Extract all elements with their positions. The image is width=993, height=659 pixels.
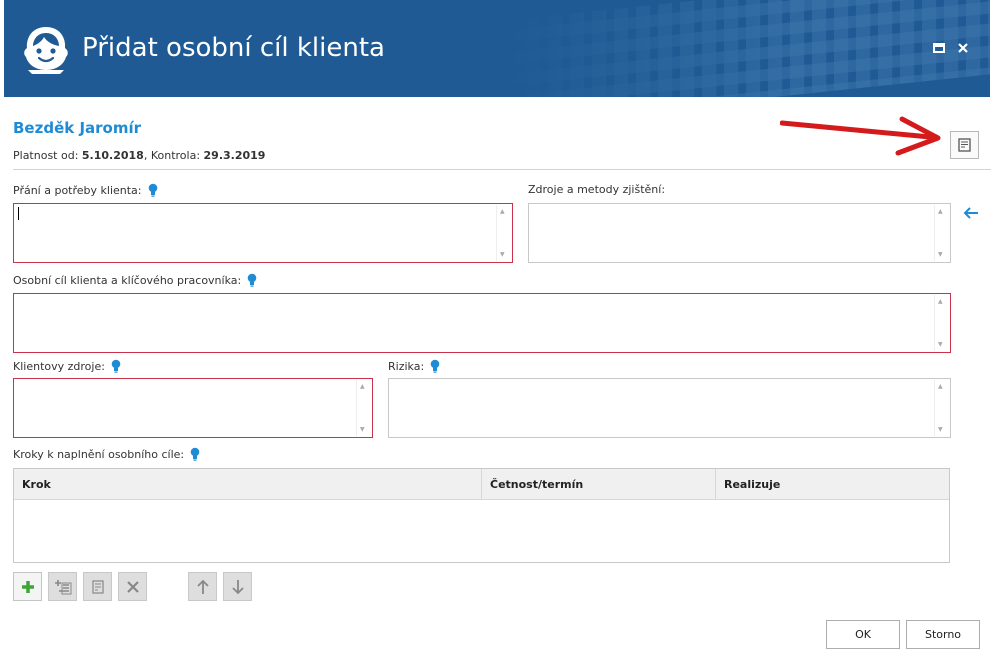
notes-button[interactable] bbox=[950, 131, 979, 159]
sources-label-text: Zdroje a metody zjištění: bbox=[528, 183, 666, 196]
hint-bulb-icon[interactable] bbox=[190, 447, 200, 461]
add-icon bbox=[21, 580, 34, 593]
close-icon[interactable] bbox=[956, 41, 970, 55]
column-header-realizes[interactable]: Realizuje bbox=[716, 469, 949, 499]
client-resources-label-text: Klientovy zdroje: bbox=[13, 359, 105, 373]
move-up-icon bbox=[196, 579, 209, 594]
wishes-label-text: Přání a potřeby klienta: bbox=[13, 183, 142, 197]
cancel-button[interactable]: Storno bbox=[906, 620, 980, 649]
client-name: Bezděk Jaromír bbox=[13, 119, 142, 137]
wishes-label: Přání a potřeby klienta: bbox=[13, 183, 158, 197]
maximize-icon[interactable] bbox=[932, 41, 946, 55]
validity-check: 29.3.2019 bbox=[203, 149, 266, 162]
notes-icon bbox=[958, 138, 971, 152]
goal-label-text: Osobní cíl klienta a klíčového pracovník… bbox=[13, 273, 242, 287]
move-down-icon bbox=[231, 579, 244, 594]
validity-from: 5.10.2018 bbox=[81, 149, 144, 162]
steps-table[interactable]: Krok Četnost/termín Realizuje bbox=[13, 468, 950, 563]
sources-textarea[interactable] bbox=[528, 203, 951, 263]
wishes-textarea[interactable] bbox=[13, 203, 513, 263]
move-up-button[interactable] bbox=[188, 572, 217, 601]
risks-label: Rizika: bbox=[388, 359, 440, 373]
annotation-arrow bbox=[780, 116, 941, 156]
arrow-left-icon[interactable] bbox=[962, 206, 980, 220]
client-face-icon bbox=[24, 27, 68, 74]
risks-label-text: Rizika: bbox=[388, 359, 425, 373]
client-resources-textarea[interactable] bbox=[13, 378, 373, 438]
hint-bulb-icon[interactable] bbox=[148, 183, 158, 197]
delete-icon bbox=[126, 580, 139, 593]
text-caret bbox=[18, 207, 19, 220]
wishes-scrollbar[interactable] bbox=[496, 205, 511, 261]
edit-step-button[interactable] bbox=[83, 572, 112, 601]
goal-label: Osobní cíl klienta a klíčového pracovník… bbox=[13, 273, 257, 287]
goal-textarea[interactable] bbox=[13, 293, 951, 353]
validity-prefix: Platnost od: bbox=[13, 149, 82, 162]
hint-bulb-icon[interactable] bbox=[111, 359, 121, 373]
goal-scrollbar[interactable] bbox=[934, 295, 949, 351]
dialog-title: Přidat osobní cíl klienta bbox=[82, 33, 385, 63]
title-bar: Přidat osobní cíl klienta bbox=[4, 0, 990, 97]
client-resources-label: Klientovy zdroje: bbox=[13, 359, 121, 373]
add-substep-button[interactable] bbox=[48, 572, 77, 601]
risks-scrollbar[interactable] bbox=[934, 380, 949, 436]
steps-table-header: Krok Četnost/termín Realizuje bbox=[14, 469, 949, 500]
ok-button[interactable]: OK bbox=[826, 620, 900, 649]
risks-textarea[interactable] bbox=[388, 378, 951, 438]
column-header-frequency[interactable]: Četnost/termín bbox=[482, 469, 716, 499]
sources-label: Zdroje a metody zjištění: bbox=[528, 183, 665, 196]
column-header-step[interactable]: Krok bbox=[14, 469, 482, 499]
header-pattern bbox=[504, 0, 990, 97]
add-substep-icon bbox=[54, 579, 71, 594]
steps-label-text: Kroky k naplnění osobního cíle: bbox=[13, 447, 185, 461]
header-divider bbox=[13, 169, 991, 170]
validity-info: Platnost od: 5.10.2018, Kontrola: 29.3.2… bbox=[13, 149, 265, 162]
validity-separator: , Kontrola: bbox=[143, 149, 204, 162]
add-step-button[interactable] bbox=[13, 572, 42, 601]
delete-step-button[interactable] bbox=[118, 572, 147, 601]
sources-scrollbar[interactable] bbox=[934, 205, 949, 261]
hint-bulb-icon[interactable] bbox=[430, 359, 440, 373]
move-down-button[interactable] bbox=[223, 572, 252, 601]
steps-label: Kroky k naplnění osobního cíle: bbox=[13, 447, 200, 461]
hint-bulb-icon[interactable] bbox=[247, 273, 257, 287]
edit-icon bbox=[91, 579, 104, 594]
client-resources-scrollbar[interactable] bbox=[356, 380, 371, 436]
